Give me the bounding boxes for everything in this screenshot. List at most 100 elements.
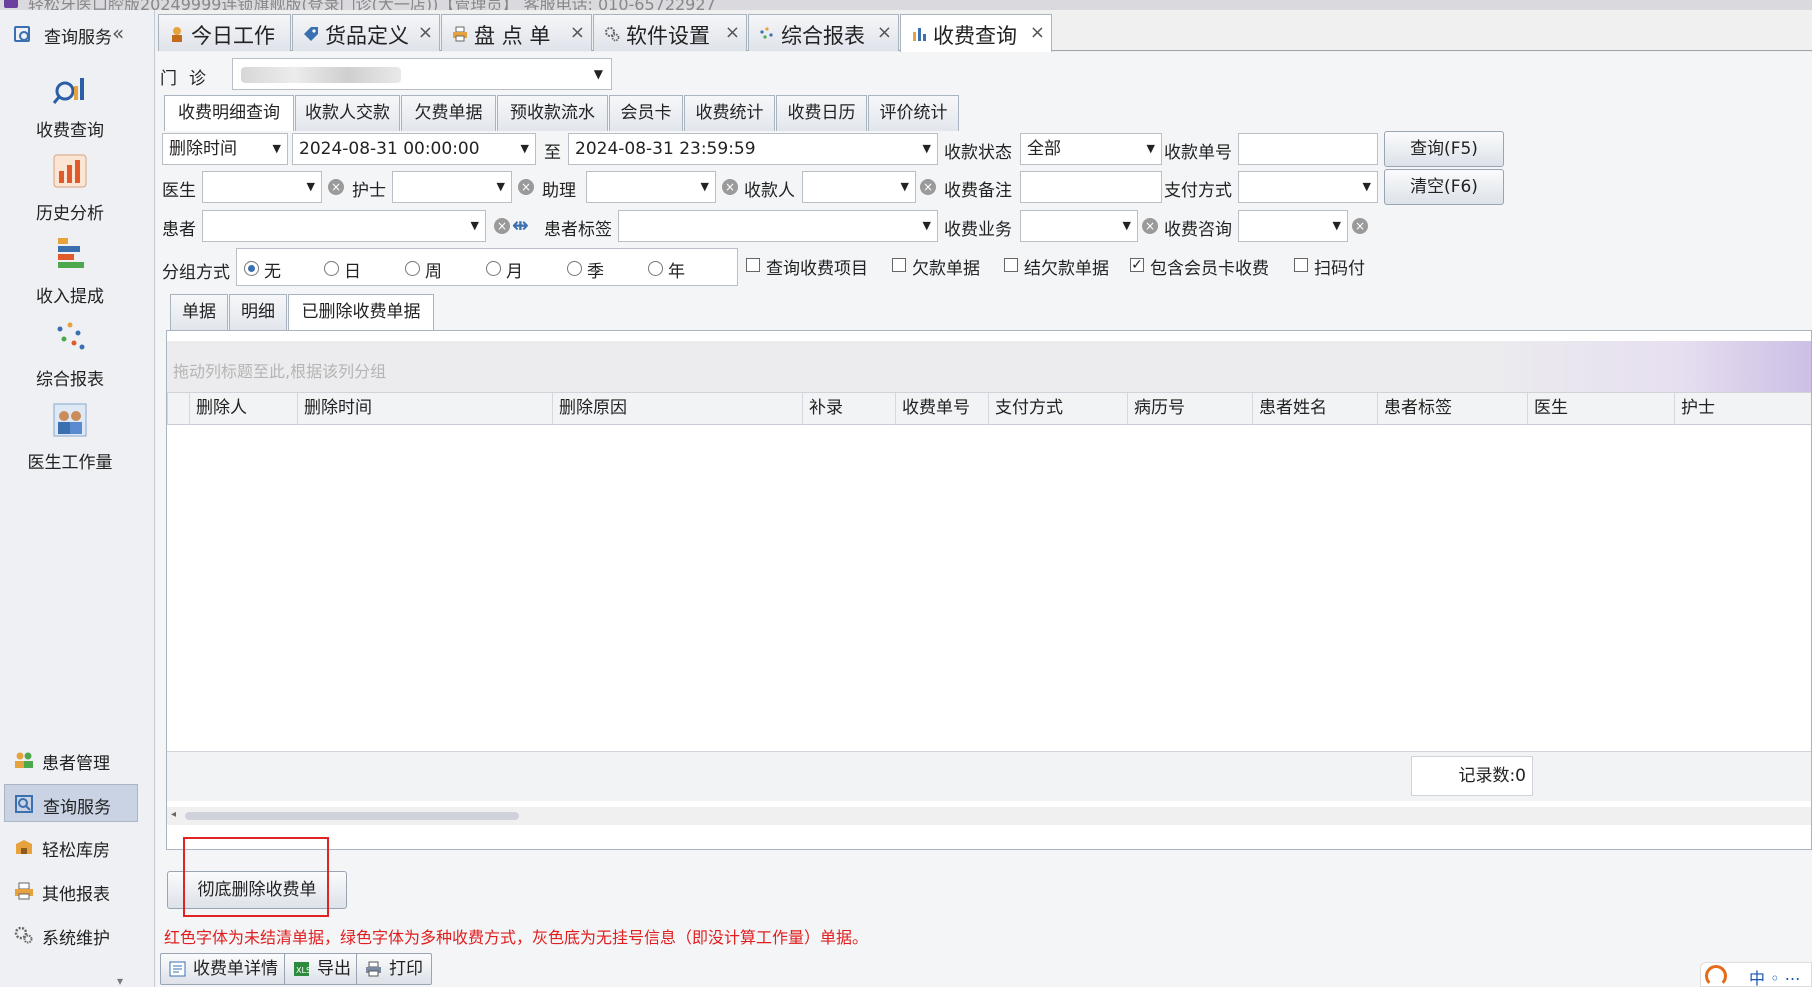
radio-button[interactable] [405, 261, 420, 276]
export-button[interactable]: XLS 导出 [284, 953, 360, 985]
receipt-details-button[interactable]: 收费单详情 [160, 953, 287, 985]
close-icon[interactable]: × [877, 22, 892, 43]
column-header[interactable]: 患者标签 [1377, 393, 1527, 425]
column-header[interactable]: 病历号 [1127, 393, 1252, 425]
sidebar-item-easy-warehouse[interactable]: 轻松库房 [4, 828, 138, 866]
radio-button[interactable] [324, 261, 339, 276]
radio-button[interactable] [244, 261, 259, 276]
permanently-delete-receipt-button[interactable]: 彻底删除收费单 [167, 871, 347, 909]
query-button[interactable]: 查询(F5) [1384, 131, 1504, 167]
tab-comprehensive-report[interactable]: 综合报表 × [748, 14, 899, 51]
subtab-payee-handover[interactable]: 收款人交款 [295, 95, 400, 131]
scrollbar-thumb[interactable] [185, 812, 519, 820]
subtab-fee-calendar[interactable]: 收费日历 [776, 95, 867, 131]
column-header[interactable]: 医生 [1527, 393, 1674, 425]
checkbox[interactable] [1004, 258, 1018, 272]
status-select[interactable]: 全部 ▼ [1020, 133, 1162, 165]
column-header[interactable]: 护士 [1674, 393, 1811, 425]
column-header[interactable]: 患者姓名 [1252, 393, 1377, 425]
subtab-evaluation-statistics[interactable]: 评价统计 [868, 95, 959, 131]
sidebar-item-history-analysis[interactable]: 历史分析 [0, 153, 140, 243]
sidebar-item-comprehensive-report[interactable]: 综合报表 [0, 319, 140, 409]
payee-select[interactable]: ▼ [802, 171, 916, 203]
group-by-panel[interactable]: 拖动列标题至此,根据该列分组 [167, 341, 1811, 393]
patient-picker-icon[interactable]: ⇹ [512, 213, 529, 237]
pay-method-select[interactable]: ▼ [1238, 171, 1378, 203]
receipt-no-input[interactable] [1238, 133, 1378, 165]
clear-icon[interactable]: × [1142, 218, 1158, 234]
result-tab-deleted-receipts[interactable]: 已删除收费单据 [288, 294, 434, 330]
tab-inventory-sheet[interactable]: 盘 点 单 × [441, 14, 592, 51]
radio-button[interactable] [486, 261, 501, 276]
close-icon[interactable]: × [418, 22, 433, 43]
patient-select[interactable]: ▼ [202, 210, 486, 242]
subtab-fee-statistics[interactable]: 收费统计 [684, 95, 775, 131]
sidebar-item-income-commission[interactable]: 收入提成 [0, 236, 140, 326]
close-icon[interactable]: × [725, 22, 740, 43]
horizontal-scrollbar[interactable]: ◂ [167, 807, 1811, 825]
date-to-input[interactable]: 2024-08-31 23:59:59 ▼ [568, 133, 938, 165]
clear-button[interactable]: 清空(F6) [1384, 169, 1504, 205]
ime-status-bar[interactable]: 中 ◦ ⋯ [1700, 962, 1812, 987]
result-tab-details[interactable]: 明细 [229, 294, 287, 330]
close-icon[interactable]: × [1030, 22, 1045, 43]
column-header[interactable]: 删除人 [189, 393, 297, 425]
consult-select[interactable]: ▼ [1238, 210, 1348, 242]
query-icon [14, 26, 30, 42]
clear-icon[interactable]: × [328, 179, 344, 195]
checkbox[interactable] [892, 258, 906, 272]
patient-tag-select[interactable]: ▼ [618, 210, 938, 242]
tab-today-work[interactable]: 今日工作 [158, 14, 291, 51]
sidebar-item-label: 系统维护 [42, 929, 110, 949]
subtab-arrears[interactable]: 欠费单据 [401, 95, 496, 131]
pay-method-label: 支付方式 [1164, 181, 1232, 201]
sidebar-item-other-reports[interactable]: 其他报表 [4, 872, 138, 910]
column-header[interactable]: 删除原因 [552, 393, 802, 425]
tab-fee-query[interactable]: 收费查询 × [900, 14, 1052, 52]
tab-goods-definition[interactable]: 货品定义 × [292, 14, 440, 51]
print-button[interactable]: 打印 [356, 953, 432, 985]
result-tab-receipts[interactable]: 单据 [170, 294, 228, 330]
sidebar-overflow-icon[interactable]: ▾ [117, 974, 123, 987]
remark-input[interactable] [1020, 171, 1162, 203]
checkbox[interactable] [1294, 258, 1308, 272]
grid-body[interactable] [167, 425, 1811, 751]
sogou-ime-icon [1705, 965, 1727, 987]
sidebar-item-fee-query[interactable]: 收费查询 [0, 70, 140, 160]
clear-icon[interactable]: × [722, 179, 738, 195]
column-header[interactable]: 补录 [802, 393, 895, 425]
scroll-left-icon[interactable]: ◂ [171, 809, 176, 820]
clear-icon[interactable]: × [920, 179, 936, 195]
clear-icon[interactable]: × [494, 218, 510, 234]
tab-software-settings[interactable]: 软件设置 × [593, 14, 747, 51]
nurse-select[interactable]: ▼ [392, 171, 512, 203]
business-select[interactable]: ▼ [1020, 210, 1138, 242]
sidebar-header: 查询服务 « [0, 20, 155, 48]
checkbox[interactable] [746, 258, 760, 272]
sidebar-item-query-service[interactable]: 查询服务 [4, 784, 138, 822]
radio-button[interactable] [648, 261, 663, 276]
subtab-fee-detail-query[interactable]: 收费明细查询 [164, 95, 294, 131]
sidebar-item-system-maintenance[interactable]: 系统维护 [4, 916, 138, 954]
close-icon[interactable]: × [570, 22, 585, 43]
clear-icon[interactable]: × [518, 179, 534, 195]
sidebar-item-doctor-workload[interactable]: 医生工作量 [0, 402, 140, 492]
subtab-prepayment-flow[interactable]: 预收款流水 [497, 95, 608, 131]
radio-label: 无 [264, 262, 281, 282]
time-type-select[interactable]: 删除时间 ▼ [162, 133, 288, 165]
checkbox[interactable]: ✓ [1130, 258, 1144, 272]
column-header[interactable]: 收费单号 [895, 393, 988, 425]
assistant-select[interactable]: ▼ [586, 171, 716, 203]
date-from-input[interactable]: 2024-08-31 00:00:00 ▼ [292, 133, 536, 165]
button-label: 打印 [389, 959, 423, 979]
clear-icon[interactable]: × [1352, 218, 1368, 234]
doctor-select[interactable]: ▼ [202, 171, 322, 203]
sidebar-item-patient-management[interactable]: 患者管理 [4, 741, 138, 779]
clinic-select[interactable]: ▼ [232, 58, 612, 90]
radio-button[interactable] [567, 261, 582, 276]
checkbox-label: 查询收费项目 [766, 259, 868, 279]
column-header[interactable]: 支付方式 [988, 393, 1127, 425]
collapse-icon[interactable]: « [112, 21, 124, 45]
column-header[interactable]: 删除时间 [297, 393, 552, 425]
subtab-member-card[interactable]: 会员卡 [609, 95, 683, 131]
